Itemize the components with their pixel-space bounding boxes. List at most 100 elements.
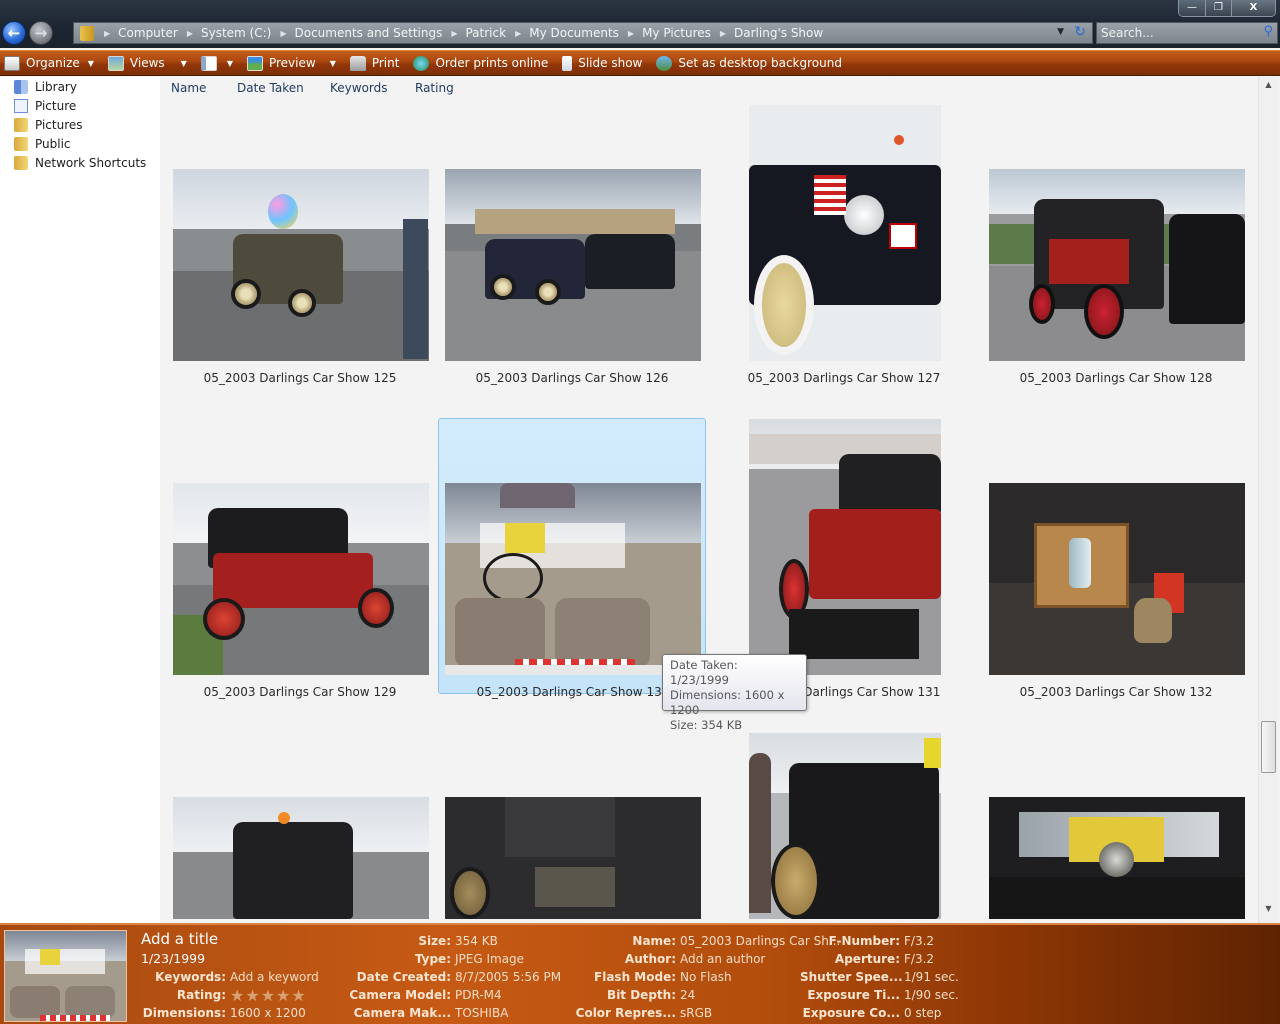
star-icon[interactable]: ★ xyxy=(276,988,290,1006)
prop-aperture: Aperture: F/3.2 xyxy=(834,952,935,966)
nav-item-picture[interactable]: Picture xyxy=(0,96,160,115)
folder-icon xyxy=(14,155,28,170)
column-header-name[interactable]: Name xyxy=(171,81,206,95)
explorer-window: — ❐ X ← → ▶ Computer ▶ System (C:) ▶ Docume… xyxy=(0,0,1280,1024)
chevron-right-icon: ▶ xyxy=(104,28,111,38)
refresh-icon[interactable]: ↻ xyxy=(1074,24,1086,40)
details-title[interactable]: Add a title xyxy=(141,930,218,948)
chevron-right-icon: ▶ xyxy=(451,28,458,38)
address-dropdown-icon[interactable]: ▼ xyxy=(1057,27,1064,37)
scrollbar-thumb[interactable] xyxy=(1261,721,1276,773)
nav-item-public[interactable]: Public xyxy=(0,134,160,153)
prop-size: Size: 354 KB xyxy=(418,934,498,948)
layout-icon xyxy=(200,55,217,71)
tooltip-size: Size: 354 KB xyxy=(670,718,743,732)
prop-exposure-time: Exposure Ti... 1/90 sec. xyxy=(807,988,959,1002)
breadcrumb-system-c[interactable]: ▶ System (C:) xyxy=(187,26,281,40)
breadcrumb-patrick[interactable]: ▶ Patrick xyxy=(451,26,515,40)
star-icon[interactable]: ★ xyxy=(261,988,275,1006)
search-icon[interactable]: ⚲ xyxy=(1263,24,1273,39)
nav-item-library[interactable]: Library xyxy=(0,77,160,96)
author-field[interactable]: Add an author xyxy=(680,952,765,970)
arrow-right-icon: → xyxy=(34,24,48,42)
file-tile[interactable]: 05_2003 Darlings Car Show 127 xyxy=(710,104,978,385)
file-info-tooltip: Date Taken: 1/23/1999 Dimensions: 1600 x… xyxy=(662,654,807,732)
file-tile[interactable] xyxy=(438,732,706,923)
prop-dimensions: Dimensions: 1600 x 1200 xyxy=(142,1006,306,1020)
set-desktop-background-button[interactable]: Set as desktop background xyxy=(656,55,842,71)
slide-show-button[interactable]: Slide show xyxy=(562,55,642,71)
restore-button[interactable]: ❐ xyxy=(1205,0,1231,16)
prop-shutter-speed: Shutter Spee... 1/91 sec. xyxy=(800,970,959,984)
search-input[interactable]: Search... ⚲ xyxy=(1096,22,1278,44)
breadcrumb-darlings-show[interactable]: ▶ Darling's Show xyxy=(720,26,832,40)
star-icon[interactable]: ★ xyxy=(291,988,305,1006)
close-button[interactable]: X xyxy=(1231,0,1275,16)
nav-item-pictures[interactable]: Pictures xyxy=(0,115,160,134)
file-tile[interactable] xyxy=(710,732,978,923)
organize-button[interactable]: Organize ▼ xyxy=(4,55,94,71)
rating-stars[interactable]: ★ ★ ★ ★ ★ xyxy=(230,988,306,1006)
minimize-button[interactable]: — xyxy=(1179,0,1205,16)
back-button[interactable]: ← xyxy=(2,21,26,45)
file-name: 05_2003 Darlings Car Show 129 xyxy=(203,685,397,699)
breadcrumb-computer[interactable]: ▶ Computer xyxy=(104,26,187,40)
preview-button[interactable]: Preview ▼ xyxy=(246,55,336,71)
chevron-right-icon: ▶ xyxy=(719,28,727,38)
chevron-right-icon: ▶ xyxy=(186,28,193,38)
prop-color-representation: Color Repres... sRGB xyxy=(575,1006,713,1020)
desktop-background-icon xyxy=(656,55,673,71)
library-icon xyxy=(14,79,28,94)
file-tile[interactable]: 05_2003 Darlings Car Show 125 xyxy=(166,104,434,385)
file-tile[interactable]: 05_2003 Darlings Car Show 131 xyxy=(710,418,978,699)
file-tile-selected[interactable]: 05_2003 Darlings Car Show 130 xyxy=(438,418,706,699)
thumbnail xyxy=(989,169,1245,361)
file-name: 05_2003 Darlings Car Show 126 xyxy=(475,371,669,385)
star-icon[interactable]: ★ xyxy=(230,988,244,1006)
file-name: 05_2003 Darlings Car Show 127 xyxy=(747,371,941,385)
column-header-date-taken[interactable]: Date Taken xyxy=(237,81,304,95)
prop-date-created: Date Created: 8/7/2005 5:56 PM xyxy=(356,970,562,984)
file-tile[interactable] xyxy=(982,732,1250,923)
file-tile[interactable] xyxy=(166,732,434,923)
prop-rating: Rating: ★ ★ ★ ★ ★ xyxy=(176,986,306,1006)
chevron-down-icon: ▼ xyxy=(87,58,94,68)
folder-icon xyxy=(80,25,94,41)
preview-icon xyxy=(246,55,263,71)
file-tile[interactable]: 05_2003 Darlings Car Show 132 xyxy=(982,418,1250,699)
vertical-scrollbar[interactable]: ▲ ▼ xyxy=(1258,77,1278,923)
file-tile[interactable]: 05_2003 Darlings Car Show 128 xyxy=(982,104,1250,385)
nav-item-network-shortcuts[interactable]: Network Shortcuts xyxy=(0,153,160,172)
globe-icon xyxy=(413,55,430,71)
star-icon[interactable]: ★ xyxy=(245,988,259,1006)
views-button[interactable]: Views ▼ xyxy=(107,55,187,71)
thumbnail xyxy=(989,797,1245,919)
scroll-down-icon[interactable]: ▼ xyxy=(1259,904,1278,920)
breadcrumb-my-pictures[interactable]: ▶ My Pictures xyxy=(628,26,720,40)
address-bar[interactable]: ▶ Computer ▶ System (C:) ▶ Documents and Se… xyxy=(73,22,1093,44)
print-button[interactable]: Print xyxy=(349,55,399,71)
tooltip-dimensions: Dimensions: 1600 x 1200 xyxy=(670,688,785,717)
thumbnail xyxy=(989,483,1245,675)
thumbnail xyxy=(173,797,429,919)
file-tile[interactable]: 05_2003 Darlings Car Show 126 xyxy=(438,104,706,385)
order-prints-button[interactable]: Order prints online xyxy=(413,55,548,71)
prop-f-number: F-Number: F/3.2 xyxy=(828,934,935,948)
forward-button[interactable]: → xyxy=(29,21,53,45)
breadcrumb-my-documents[interactable]: ▶ My Documents xyxy=(515,26,628,40)
column-header-rating[interactable]: Rating xyxy=(415,81,454,95)
column-header-keywords[interactable]: Keywords xyxy=(330,81,388,95)
thumbnail xyxy=(749,105,941,361)
chevron-down-icon: ▼ xyxy=(180,58,187,68)
layout-button[interactable]: ▼ xyxy=(200,55,233,71)
arrow-left-icon: ← xyxy=(7,24,21,42)
search-placeholder: Search... xyxy=(1101,26,1154,40)
file-tile[interactable]: 05_2003 Darlings Car Show 129 xyxy=(166,418,434,699)
prop-bit-depth: Bit Depth: 24 xyxy=(607,988,696,1002)
command-toolbar: Organize ▼ Views ▼ ▼ Preview ▼ Print Ord… xyxy=(0,50,1280,76)
scroll-up-icon[interactable]: ▲ xyxy=(1259,80,1278,96)
thumbnail xyxy=(173,483,429,675)
chevron-down-icon: ▼ xyxy=(226,58,233,68)
breadcrumb-documents-and-settings[interactable]: ▶ Documents and Settings xyxy=(280,26,451,40)
file-name: 05_2003 Darlings Car Show 128 xyxy=(1019,371,1213,385)
